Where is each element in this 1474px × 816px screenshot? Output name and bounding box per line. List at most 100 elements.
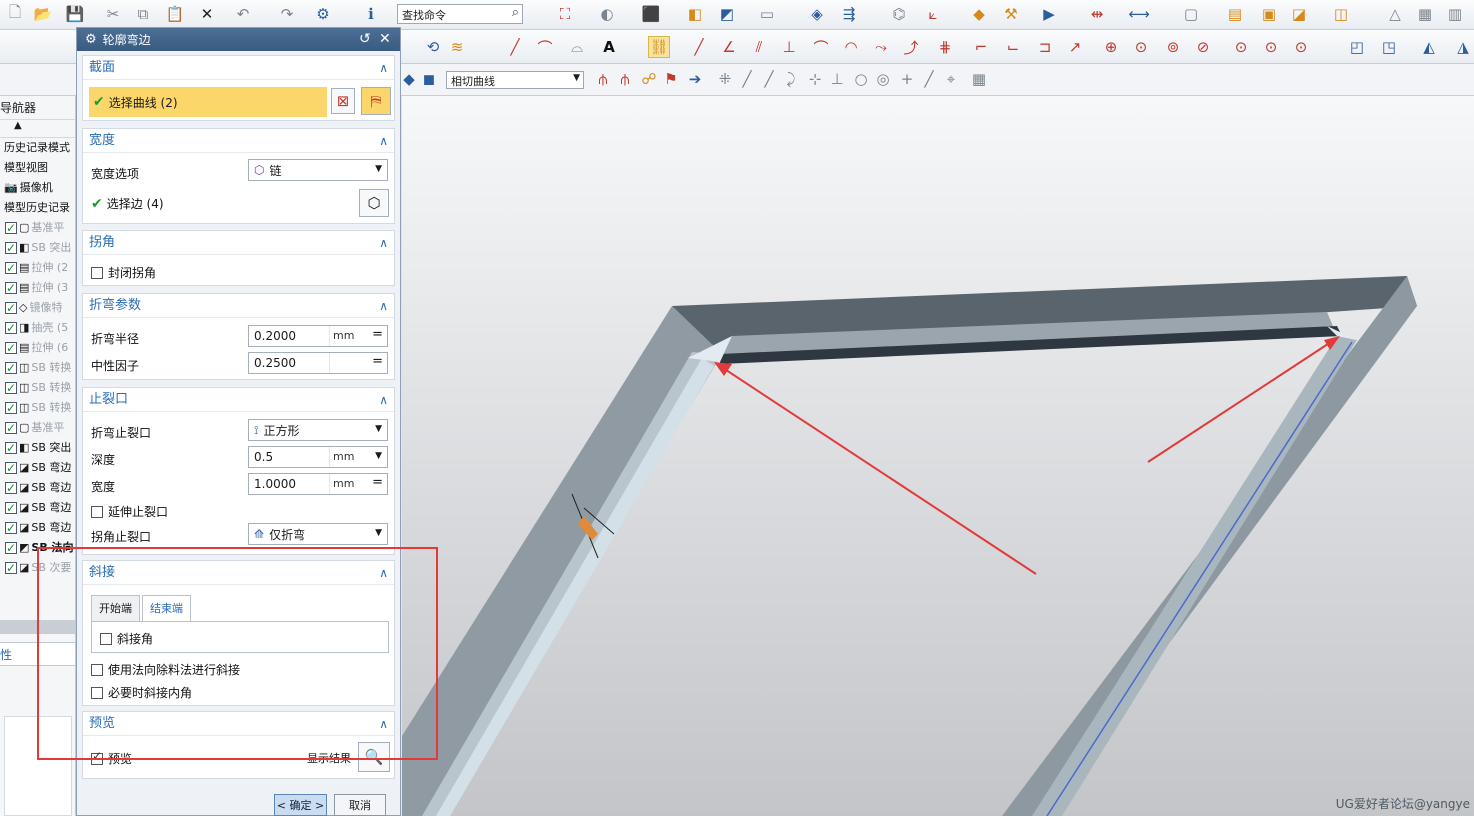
select-edge-row[interactable]: ✔ 选择边 (4) (91, 195, 164, 212)
extend-relief-checkbox[interactable] (91, 506, 103, 518)
gear-icon[interactable]: ⚙ (85, 32, 97, 47)
relief-width-field[interactable]: 1.0000 mm = (248, 473, 388, 495)
select-body-icon[interactable]: ◼ (418, 68, 440, 90)
shaded-cube-icon[interactable]: ⬛ (640, 3, 662, 25)
material-icon[interactable]: ◆ (968, 3, 990, 25)
solid-block-icon[interactable]: ▣ (1258, 3, 1280, 25)
tangent-icon[interactable]: ⌒ (810, 36, 832, 58)
navigator-row[interactable]: ◪SB 弯边 (0, 518, 75, 538)
navigator-row[interactable]: ▤拉伸 (2 (0, 258, 75, 278)
visibility-checkbox[interactable] (5, 458, 17, 478)
visibility-checkbox[interactable] (5, 258, 17, 278)
snap-intersection-icon[interactable]: ⊹ (804, 68, 826, 90)
paste-icon[interactable]: 📋 (164, 3, 186, 25)
visibility-checkbox[interactable] (5, 278, 17, 298)
extend-relief-option[interactable]: 延伸止裂口 (91, 503, 168, 520)
arrow-right-icon[interactable]: ➔ (684, 68, 706, 90)
ellipse-3-icon[interactable]: ⊙ (1290, 36, 1312, 58)
chevron-up-icon[interactable]: ∧ (379, 129, 388, 153)
navigator-row[interactable]: ▤拉伸 (3 (0, 278, 75, 298)
navigator-row[interactable]: 历史记录模式 (0, 138, 75, 158)
snap-center-icon[interactable]: ○ (850, 68, 872, 90)
circle-arc-icon[interactable]: ◠ (840, 36, 862, 58)
navigator-row[interactable]: ◧SB 突出 (0, 438, 75, 458)
edge-cube-icon[interactable]: ⬡ (359, 189, 389, 217)
chevron-up-icon[interactable]: ∧ (379, 231, 388, 255)
cut-icon[interactable]: ✂ (102, 3, 124, 25)
render-style-icon[interactable]: ◐ (596, 3, 618, 25)
snap-perp-icon[interactable]: ⊥ (826, 68, 848, 90)
navigator-row[interactable]: ◪SB 弯边 (0, 478, 75, 498)
navigator-row[interactable]: ◧SB 突出 (0, 238, 75, 258)
analysis-icon[interactable]: ⚒ (1000, 3, 1022, 25)
offset-curve-icon[interactable]: ⤳ (870, 36, 892, 58)
ok-button[interactable]: < 确定 > (274, 794, 327, 816)
snap-face-icon[interactable]: ⌖ (940, 68, 962, 90)
follow-fillet-icon[interactable]: ⫛ (614, 68, 636, 90)
circle-3pt-icon[interactable]: ⊚ (1162, 36, 1184, 58)
axis-icon[interactable]: ⟀ (922, 3, 944, 25)
redo-icon[interactable]: ↷ (276, 3, 298, 25)
corner-relief-select[interactable]: ⟰ 仅折弯 ▼ (248, 523, 388, 545)
navigator-row[interactable]: ◫SB 转换 (0, 398, 75, 418)
navigator-row[interactable]: ◫SB 转换 (0, 378, 75, 398)
copy-icon[interactable]: ⧉ (132, 3, 154, 25)
triangle-icon[interactable]: △ (1384, 3, 1406, 25)
feature-curves-icon[interactable]: ⚑ (660, 68, 682, 90)
bend-radius-field[interactable]: 0.2000 mm = (248, 325, 388, 347)
navigator-row[interactable]: ▢基准平 (0, 218, 75, 238)
grid-icon[interactable]: ▥ (1444, 3, 1466, 25)
mesh-icon[interactable]: ⋕ (934, 36, 956, 58)
move-object-icon[interactable]: ⇶ (838, 3, 860, 25)
ellipse-2-icon[interactable]: ⊙ (1260, 36, 1282, 58)
sheet-icon[interactable]: ▢ (1180, 3, 1202, 25)
info-icon[interactable]: ℹ (360, 3, 382, 25)
cancel-button[interactable]: 取消 (334, 794, 386, 816)
text-icon[interactable]: A (598, 36, 620, 58)
fillet-icon[interactable]: ⌓ (566, 36, 588, 58)
snap-settings-icon[interactable]: ▦ (968, 68, 990, 90)
trim-icon[interactable]: ⌐ (970, 36, 992, 58)
snap-point-icon[interactable]: + (896, 68, 918, 90)
chain-icon[interactable]: ☍ (638, 68, 660, 90)
snap-icon[interactable]: ▶ (1038, 3, 1060, 25)
navigator-row[interactable]: 📷 摄像机 (0, 178, 75, 198)
curve-rule-select[interactable]: 相切曲线 ▼ (446, 71, 584, 89)
navigator-row[interactable]: ▤拉伸 (6 (0, 338, 75, 358)
navigator-row[interactable]: 模型历史记录 (0, 198, 75, 218)
visibility-checkbox[interactable] (5, 518, 17, 538)
component-icon[interactable]: ◫ (1330, 3, 1352, 25)
visibility-checkbox[interactable] (5, 238, 17, 258)
wcs-icon[interactable]: ⌬ (888, 3, 910, 25)
graphics-viewport[interactable]: UG爱好者论坛@yangye (402, 96, 1474, 816)
section-width-header[interactable]: 宽度 ∧ (83, 129, 394, 153)
section-corner-header[interactable]: 拐角 ∧ (83, 231, 394, 255)
assembly-icon[interactable]: ◪ (1288, 3, 1310, 25)
background-icon[interactable]: ▭ (756, 3, 778, 25)
snap-midpoint-icon[interactable]: ╱ (736, 68, 758, 90)
bend-relief-select[interactable]: ⟟ 正方形 ▼ (248, 419, 388, 441)
table-icon[interactable]: ▦ (1414, 3, 1436, 25)
new-file-icon[interactable]: 🗋 (4, 3, 26, 25)
corner-icon[interactable]: ⊐ (1034, 36, 1056, 58)
edit-section-icon[interactable]: ◧ (684, 3, 706, 25)
close-corner-checkbox[interactable] (91, 267, 103, 279)
snap-quadrant-icon[interactable]: ◎ (872, 68, 894, 90)
navigator-row[interactable]: ▢基准平 (0, 418, 75, 438)
visibility-checkbox[interactable] (5, 398, 17, 418)
arc-icon[interactable]: ⌒ (534, 36, 556, 58)
chain-link-icon[interactable]: ⛓ (648, 36, 670, 58)
delete-icon[interactable]: ✕ (196, 3, 218, 25)
unfold-icon[interactable]: ◭ (1418, 36, 1440, 58)
measure-icon[interactable]: ⟷ (1128, 3, 1150, 25)
visibility-checkbox[interactable] (5, 378, 17, 398)
chevron-down-icon[interactable]: ▼ (375, 451, 382, 461)
visibility-checkbox[interactable] (5, 438, 17, 458)
navigator-row[interactable]: ◫SB 转换 (0, 358, 75, 378)
reset-icon[interactable]: ↺ (359, 31, 371, 47)
visibility-checkbox[interactable] (5, 318, 17, 338)
neutral-factor-field[interactable]: 0.2500 = (248, 352, 388, 374)
flange-icon[interactable]: ◳ (1378, 36, 1400, 58)
relief-depth-field[interactable]: 0.5 mm ▼ (248, 446, 388, 468)
navigator-sort-header[interactable]: ▲ (0, 120, 75, 138)
